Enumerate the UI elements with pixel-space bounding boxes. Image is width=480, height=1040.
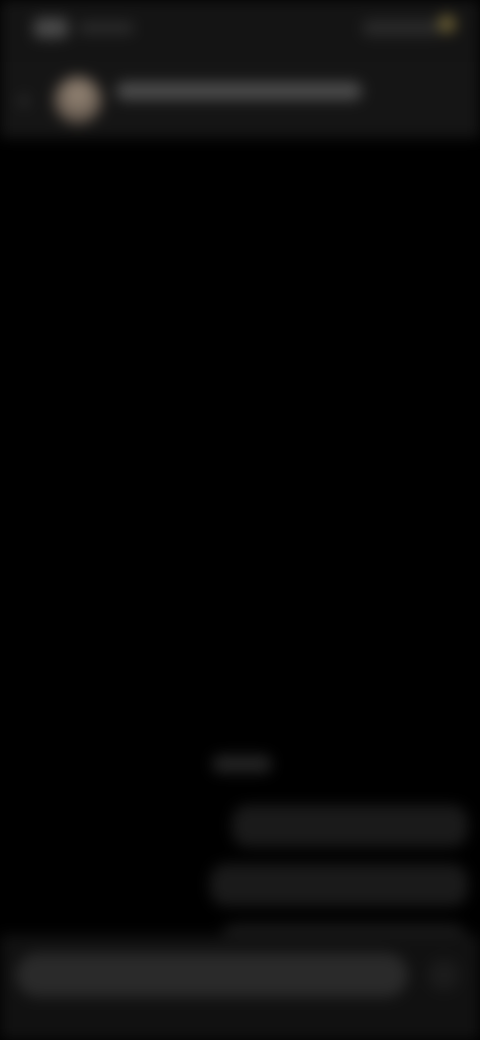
- message-list: [0, 138, 480, 1040]
- date-separator: [212, 755, 272, 773]
- status-label: [78, 22, 134, 34]
- status-indicators: [362, 20, 440, 36]
- composer: [0, 935, 480, 1040]
- battery-icon: [438, 15, 456, 33]
- back-arrow-icon[interactable]: ‹: [20, 88, 38, 112]
- chat-screen: ‹: [0, 0, 480, 1040]
- status-time: [34, 18, 68, 38]
- contact-name[interactable]: [116, 82, 362, 100]
- message-input[interactable]: [16, 953, 408, 997]
- status-bar: [0, 0, 480, 62]
- message-bubble[interactable]: [210, 864, 468, 906]
- message-bubble[interactable]: [232, 805, 468, 847]
- chat-header: ‹: [0, 62, 480, 138]
- send-icon[interactable]: [428, 959, 460, 991]
- avatar[interactable]: [54, 76, 102, 124]
